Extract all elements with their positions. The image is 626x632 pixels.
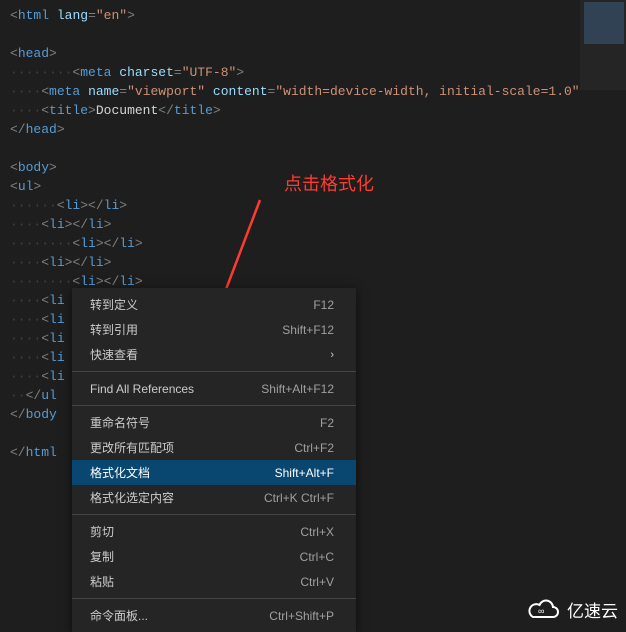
menu-item[interactable]: 命令面板... Ctrl+Shift+P xyxy=(72,603,356,628)
menu-item[interactable]: 快速查看 › xyxy=(72,342,356,367)
menu-item[interactable]: 粘贴 Ctrl+V xyxy=(72,569,356,594)
menu-item-label: 快速查看 xyxy=(90,346,138,363)
menu-item-shortcut: Ctrl+V xyxy=(300,575,334,589)
menu-item-shortcut: Ctrl+K Ctrl+F xyxy=(264,491,334,505)
menu-item-shortcut: Shift+Alt+F12 xyxy=(261,382,334,396)
menu-item[interactable]: 重命名符号 F2 xyxy=(72,410,356,435)
minimap-viewport[interactable] xyxy=(584,2,624,44)
code-line[interactable]: ········<meta charset="UTF-8"> xyxy=(10,63,616,82)
menu-item[interactable]: Find All References Shift+Alt+F12 xyxy=(72,376,356,401)
context-menu: 转到定义 F12 转到引用 Shift+F12 快速查看 › Find All Refere… xyxy=(72,288,356,632)
menu-item-label: 转到引用 xyxy=(90,321,138,338)
watermark-text: 亿速云 xyxy=(567,597,618,622)
menu-item[interactable]: 转到引用 Shift+F12 xyxy=(72,317,356,342)
annotation-label: 点击格式化 xyxy=(284,170,374,196)
menu-item-shortcut: F12 xyxy=(313,298,334,312)
code-line[interactable] xyxy=(10,139,616,158)
menu-item-label: 粘贴 xyxy=(90,573,114,590)
menu-item-shortcut: Ctrl+X xyxy=(300,525,334,539)
menu-item-label: 命令面板... xyxy=(90,607,148,624)
menu-item[interactable]: 转到定义 F12 xyxy=(72,292,356,317)
code-line[interactable]: ····<meta name="viewport" content="width… xyxy=(10,82,616,101)
menu-item[interactable]: 复制 Ctrl+C xyxy=(72,544,356,569)
menu-item-label: 复制 xyxy=(90,548,114,565)
menu-item-label: 格式化选定内容 xyxy=(90,489,174,506)
minimap[interactable] xyxy=(580,0,626,90)
menu-item-label: 转到定义 xyxy=(90,296,138,313)
menu-item-label: 更改所有匹配项 xyxy=(90,439,174,456)
code-line[interactable] xyxy=(10,25,616,44)
cloud-icon: ∞ xyxy=(527,599,561,621)
menu-separator xyxy=(72,514,356,515)
menu-item-shortcut: Ctrl+C xyxy=(300,550,334,564)
svg-text:∞: ∞ xyxy=(538,606,544,616)
menu-separator xyxy=(72,405,356,406)
watermark: ∞ 亿速云 xyxy=(527,597,618,622)
code-line[interactable]: <html lang="en"> xyxy=(10,6,616,25)
menu-item-shortcut: Ctrl+Shift+P xyxy=(269,609,334,623)
code-line[interactable]: ····<li></li> xyxy=(10,253,616,272)
menu-separator xyxy=(72,371,356,372)
menu-item-label: 格式化文档 xyxy=(90,464,150,481)
code-line[interactable]: ····<li></li> xyxy=(10,215,616,234)
menu-item[interactable]: 更改所有匹配项 Ctrl+F2 xyxy=(72,435,356,460)
menu-item-shortcut: Shift+F12 xyxy=(282,323,334,337)
code-line[interactable]: ····<title>Document</title> xyxy=(10,101,616,120)
code-line[interactable]: </head> xyxy=(10,120,616,139)
code-line[interactable]: ········<li></li> xyxy=(10,234,616,253)
menu-item-shortcut: F2 xyxy=(320,416,334,430)
menu-item-label: Find All References xyxy=(90,382,194,396)
menu-item-shortcut: Ctrl+F2 xyxy=(294,441,334,455)
menu-item[interactable]: 格式化选定内容 Ctrl+K Ctrl+F xyxy=(72,485,356,510)
menu-separator xyxy=(72,598,356,599)
menu-item-shortcut: Shift+Alt+F xyxy=(275,466,334,480)
code-line[interactable]: <head> xyxy=(10,44,616,63)
menu-item-label: 剪切 xyxy=(90,523,114,540)
menu-item-label: 重命名符号 xyxy=(90,414,150,431)
code-line[interactable]: ······<li></li> xyxy=(10,196,616,215)
menu-item[interactable]: 剪切 Ctrl+X xyxy=(72,519,356,544)
menu-item[interactable]: 格式化文档 Shift+Alt+F xyxy=(72,460,356,485)
chevron-right-icon: › xyxy=(330,349,334,361)
